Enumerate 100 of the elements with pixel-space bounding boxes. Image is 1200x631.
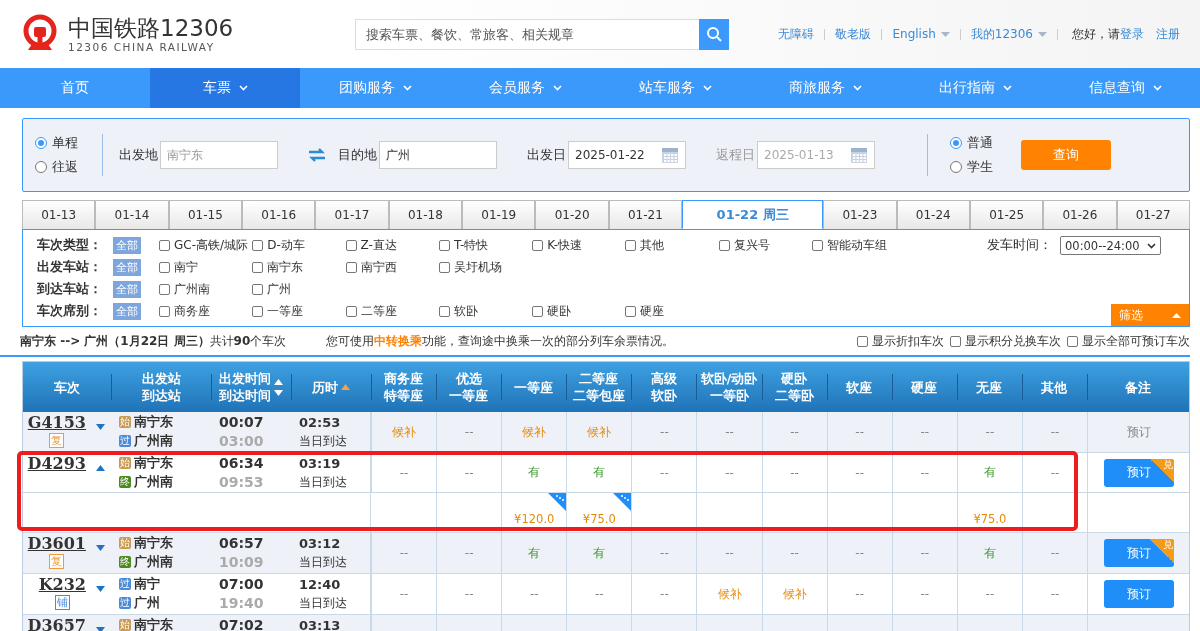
checkbox-option[interactable]: 显示折扣车次 [857, 332, 944, 350]
date-tab[interactable]: 01-25 [969, 200, 1044, 229]
checkbox-option[interactable]: 复兴号 [718, 237, 813, 254]
date-tab[interactable]: 01-24 [896, 200, 970, 229]
station-tag: 始 [119, 537, 131, 549]
checkbox[interactable] [159, 306, 170, 317]
date-tab[interactable]: 01-18 [388, 200, 463, 229]
checkbox[interactable] [812, 240, 824, 251]
radio-button[interactable] [950, 137, 962, 149]
checkbox-option[interactable]: 硬座 [625, 303, 719, 320]
checkbox-option[interactable]: 广州南 [159, 281, 253, 298]
checkbox-option[interactable]: 软卧 [438, 303, 533, 320]
date-tab[interactable]: 01-27 [1116, 200, 1190, 229]
checkbox-option[interactable]: 南宁东 [252, 259, 346, 276]
search-field[interactable]: 搜索车票、餐饮、常旅客、相关规章 [355, 18, 699, 50]
date-tab[interactable]: 01-26 [1043, 200, 1117, 229]
nav-item[interactable]: 车票 [150, 68, 300, 108]
arrive-time: 10:09 [219, 553, 265, 572]
radio-button[interactable] [35, 161, 47, 173]
checkbox-option[interactable]: Z-直达 [345, 237, 439, 254]
search-button[interactable] [699, 18, 729, 50]
checkbox[interactable] [532, 240, 544, 251]
sort-up-icon[interactable] [96, 465, 105, 471]
checkbox[interactable] [438, 306, 450, 317]
checkbox-option[interactable]: 硬卧 [532, 303, 626, 320]
checkbox[interactable] [438, 240, 450, 251]
date-tab[interactable]: 01-15 [168, 200, 243, 229]
train-number[interactable]: D3601 [27, 534, 86, 554]
checkbox-option[interactable]: 智能动车组 [812, 237, 906, 254]
passenger-type-radio[interactable]: 普通 [950, 134, 993, 152]
checkbox[interactable] [532, 306, 544, 317]
train-number[interactable]: D4293 [27, 454, 86, 474]
trip-type-radio[interactable]: 单程 [35, 134, 78, 152]
sort-down-icon[interactable] [96, 424, 105, 430]
checkbox-option[interactable]: GC-高铁/城际 [159, 237, 253, 254]
column-header: 其他 [1021, 362, 1088, 412]
checkbox-option[interactable]: 商务座 [159, 303, 253, 320]
register-link[interactable]: 注册 [1156, 25, 1180, 43]
date-tab[interactable]: 01-22 周三 [682, 200, 824, 229]
checkbox[interactable] [159, 262, 170, 273]
depart-time-select[interactable]: 00:00--24:00 [1060, 236, 1161, 255]
checkbox[interactable] [950, 335, 961, 347]
date-tab[interactable]: 01-19 [462, 200, 536, 229]
date-tab[interactable]: 01-16 [242, 200, 316, 229]
checkbox-option[interactable]: D-动车 [252, 237, 346, 254]
date-tab[interactable]: 01-20 [535, 200, 609, 229]
checkbox-option[interactable]: 其他 [625, 237, 719, 254]
date-tab[interactable]: 01-23 [823, 200, 897, 229]
sort-down-icon[interactable] [274, 389, 283, 396]
date-field[interactable]: 2025-01-22 [568, 141, 686, 169]
checkbox[interactable] [252, 240, 264, 251]
train-number[interactable]: K232 [38, 575, 86, 595]
swap-icon[interactable] [308, 148, 326, 162]
checkbox[interactable] [1067, 335, 1078, 347]
checkbox-option[interactable]: T-特快 [438, 237, 533, 254]
checkbox-option[interactable]: 吴圩机场 [438, 259, 533, 276]
checkbox-option[interactable]: 广州 [252, 281, 346, 298]
checkbox-option[interactable]: 一等座 [252, 303, 346, 320]
checkbox[interactable] [159, 240, 170, 251]
checkbox[interactable] [438, 262, 450, 273]
sort-up-icon[interactable] [274, 378, 283, 385]
date-tab[interactable]: 01-17 [315, 200, 389, 229]
checkbox[interactable] [345, 306, 357, 317]
checkbox[interactable] [345, 240, 357, 251]
top-link[interactable]: 无障碍 [778, 25, 815, 43]
sort-down-icon[interactable] [96, 586, 105, 592]
station-name: 广州南 [134, 473, 173, 491]
date-tab[interactable]: 01-14 [95, 200, 169, 229]
seat-availability: -- [855, 546, 865, 560]
checkbox-option[interactable]: 二等座 [345, 303, 439, 320]
checkbox[interactable] [252, 306, 264, 317]
checkbox[interactable] [857, 335, 868, 347]
checkbox[interactable] [625, 240, 637, 251]
checkbox[interactable] [718, 240, 730, 251]
sort-down-icon[interactable] [96, 545, 105, 551]
trip-type-radio[interactable]: 往返 [35, 158, 78, 176]
passenger-type-radio[interactable]: 学生 [950, 158, 993, 176]
checkbox[interactable] [252, 284, 264, 295]
checkbox[interactable] [625, 306, 637, 317]
login-link[interactable]: 登录 [1120, 25, 1144, 43]
checkbox-option[interactable]: 南宁 [159, 259, 253, 276]
checkbox[interactable] [252, 262, 264, 273]
seat-availability: -- [399, 546, 409, 560]
checkbox-option[interactable]: 显示积分兑换车次 [950, 332, 1061, 350]
checkbox-option[interactable]: 南宁西 [345, 259, 439, 276]
depart-time: 07:00 [219, 575, 265, 594]
top-link[interactable]: English [892, 27, 950, 41]
checkbox-option[interactable]: K-快速 [532, 237, 626, 254]
input-field[interactable]: 广州 [379, 141, 497, 169]
radio-button[interactable] [950, 161, 962, 173]
checkbox[interactable] [159, 284, 170, 295]
top-link[interactable]: 敬老版 [835, 25, 872, 43]
date-tab[interactable]: 01-21 [608, 200, 683, 229]
radio-button[interactable] [35, 137, 47, 149]
checkbox-option[interactable]: 显示全部可预订车次 [1067, 332, 1190, 350]
date-tab[interactable]: 01-13 [22, 200, 96, 229]
train-number[interactable]: D3657 [27, 616, 86, 631]
train-number[interactable]: G4153 [27, 413, 86, 433]
top-link[interactable]: 我的12306 [970, 25, 1047, 43]
checkbox[interactable] [345, 262, 357, 273]
